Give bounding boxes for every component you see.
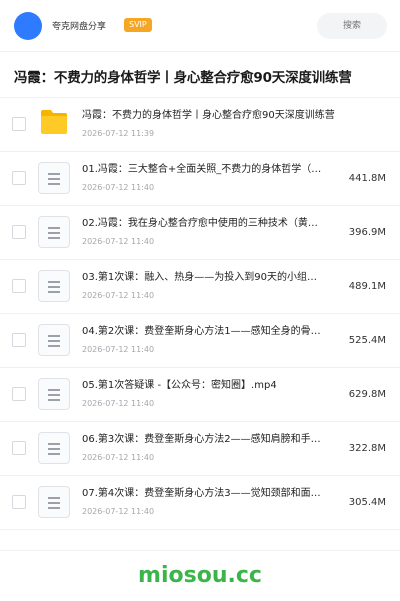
file-row[interactable]: 02.冯霞：我在身心整合疗愈中使用的三种技术（黄… 2026-07-12 11:…	[0, 206, 400, 260]
file-name: 07.第4次课：费登奎斯身心方法3——觉知颈部和面…	[82, 488, 321, 499]
file-row[interactable]: 07.第4次课：费登奎斯身心方法3——觉知颈部和面… 2026-07-12 11…	[0, 476, 400, 530]
file-date: 2026-07-12 11:40	[82, 237, 155, 246]
svip-badge: SVIP	[124, 18, 152, 32]
file-row[interactable]: 06.第3次课：费登奎斯身心方法2——感知肩膀和手… 2026-07-12 11…	[0, 422, 400, 476]
row-checkbox[interactable]	[12, 117, 26, 131]
page-title: 冯霞：不费力的身体哲学丨身心整合疗愈90天深度训练营	[14, 70, 352, 86]
file-row[interactable]: 04.第2次课：费登奎斯身心方法1——感知全身的骨… 2026-07-12 11…	[0, 314, 400, 368]
row-checkbox[interactable]	[12, 225, 26, 239]
file-icon	[38, 270, 70, 302]
file-name: 冯霞：不费力的身体哲学丨身心整合疗愈90天深度训练营	[82, 110, 335, 121]
row-checkbox[interactable]	[12, 387, 26, 401]
file-list: 冯霞：不费力的身体哲学丨身心整合疗愈90天深度训练营 2026-07-12 11…	[0, 98, 400, 530]
file-size: 489.1M	[348, 281, 386, 292]
file-date: 2026-07-12 11:40	[82, 507, 155, 516]
file-date: 2026-07-12 11:40	[82, 399, 155, 408]
file-name: 06.第3次课：费登奎斯身心方法2——感知肩膀和手…	[82, 434, 321, 445]
file-date: 2026-07-12 11:39	[82, 129, 155, 138]
folder-icon	[41, 110, 67, 134]
file-date: 2026-07-12 11:40	[82, 453, 155, 462]
file-icon	[38, 162, 70, 194]
file-size: 629.8M	[348, 389, 386, 400]
file-icon	[38, 378, 70, 410]
title-bar: 冯霞：不费力的身体哲学丨身心整合疗愈90天深度训练营	[0, 52, 400, 98]
row-checkbox[interactable]	[12, 279, 26, 293]
file-row[interactable]: 03.第1次课：融入、热身——为投入到90天的小组… 2026-07-12 11…	[0, 260, 400, 314]
file-icon	[38, 324, 70, 356]
file-size: 322.8M	[348, 443, 386, 454]
file-name: 02.冯霞：我在身心整合疗愈中使用的三种技术（黄…	[82, 218, 318, 229]
app-header: 夸克网盘分享 SVIP	[0, 0, 400, 52]
brand-name: 夸克网盘分享	[52, 22, 107, 32]
file-size: 305.4M	[348, 497, 386, 508]
file-icon	[38, 432, 70, 464]
file-date: 2026-07-12 11:40	[82, 183, 155, 192]
file-name: 04.第2次课：费登奎斯身心方法1——感知全身的骨…	[82, 326, 321, 337]
file-row[interactable]: 01.冯霞：三大整合+全面关照_不费力的身体哲学（… 2026-07-12 11…	[0, 152, 400, 206]
file-size: 441.8M	[348, 173, 386, 184]
file-size: 525.4M	[348, 335, 386, 346]
file-name: 03.第1次课：融入、热身——为投入到90天的小组…	[82, 272, 317, 283]
folder-row[interactable]: 冯霞：不费力的身体哲学丨身心整合疗愈90天深度训练营 2026-07-12 11…	[0, 98, 400, 152]
row-checkbox[interactable]	[12, 171, 26, 185]
file-name: 01.冯霞：三大整合+全面关照_不费力的身体哲学（…	[82, 164, 322, 175]
avatar[interactable]	[14, 12, 42, 40]
file-size: 396.9M	[348, 227, 386, 238]
file-icon	[38, 486, 70, 518]
file-icon	[38, 216, 70, 248]
file-name: 05.第1次答疑课 -【公众号：密知圈】.mp4	[82, 380, 277, 391]
row-checkbox[interactable]	[12, 495, 26, 509]
file-date: 2026-07-12 11:40	[82, 345, 155, 354]
search-input[interactable]	[317, 13, 387, 39]
row-checkbox[interactable]	[12, 333, 26, 347]
row-checkbox[interactable]	[12, 441, 26, 455]
watermark-text: miosou.cc	[138, 563, 262, 588]
file-date: 2026-07-12 11:40	[82, 291, 155, 300]
file-row[interactable]: 05.第1次答疑课 -【公众号：密知圈】.mp4 2026-07-12 11:4…	[0, 368, 400, 422]
